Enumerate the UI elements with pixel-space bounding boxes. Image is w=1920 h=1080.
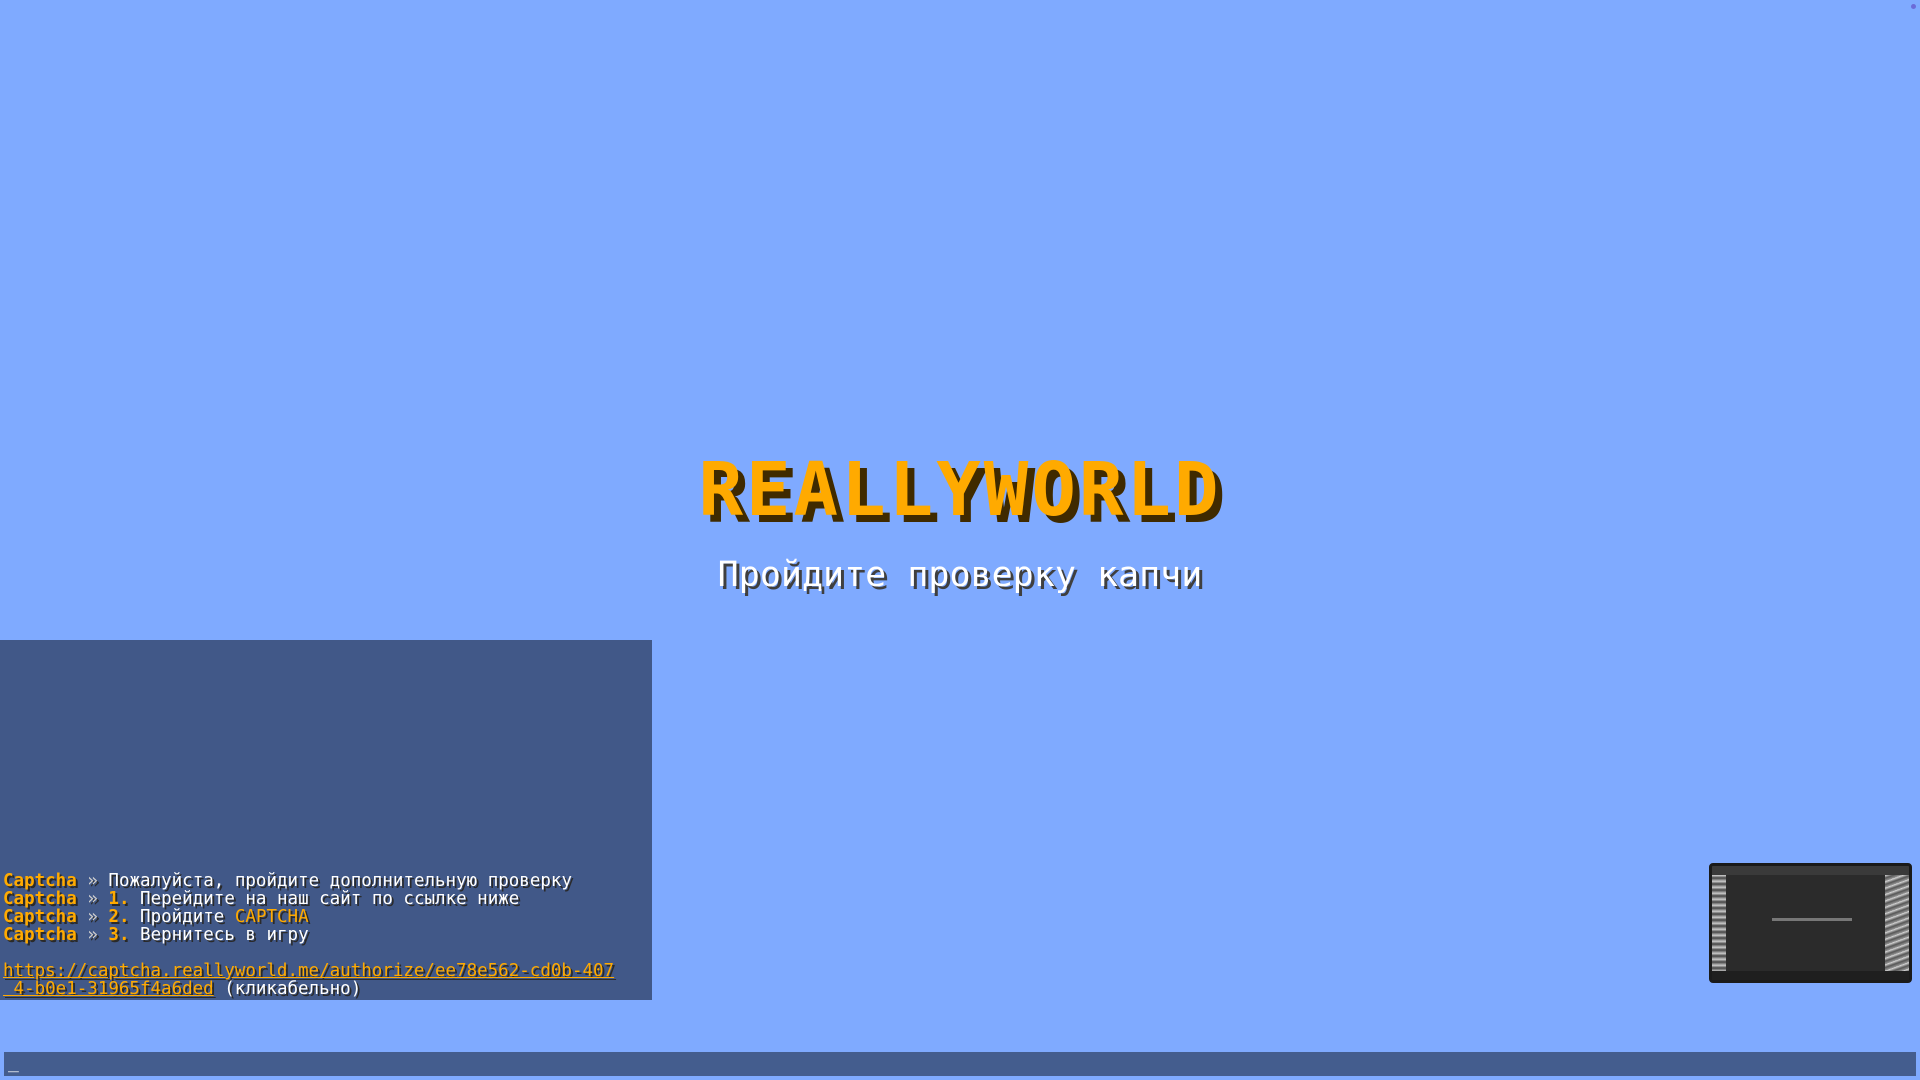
clickable-note: (кликабельно) [224, 979, 362, 999]
chat-prefix: Captcha [3, 871, 77, 891]
chat-arrow: » [87, 925, 98, 945]
chat-line-1: Captcha » Пожалуйста, пройдите дополните… [3, 872, 651, 890]
thumbnail-center-text [1772, 918, 1852, 921]
screen-recording-thumbnail[interactable] [1709, 863, 1912, 983]
chat-prefix: Captcha [3, 907, 77, 927]
chat-step-number: 3. [108, 925, 130, 945]
chat-arrow: » [87, 871, 98, 891]
captcha-link-continued[interactable]: 4-b0e1-31965f4a6ded [3, 979, 214, 999]
chat-arrow: » [87, 889, 98, 909]
thumbnail-dock [1712, 971, 1909, 980]
chat-arrow: » [87, 907, 98, 927]
chat-input-cursor: _ [8, 1052, 19, 1073]
thumbnail-left-image [1712, 875, 1726, 971]
chat-text: Перейдите на наш сайт по ссылке ниже [140, 889, 520, 909]
chat-line-3: Captcha » 2. Пройдите CAPTCHA [3, 908, 651, 926]
chat-line-2: Captcha » 1. Перейдите на наш сайт по сс… [3, 890, 651, 908]
thumbnail-right-image [1885, 875, 1909, 971]
captcha-subtitle: Пройдите проверку капчи [717, 555, 1203, 595]
chat-prefix: Captcha [3, 889, 77, 909]
chat-text: Пройдите [140, 907, 225, 927]
chat-prefix: Captcha [3, 925, 77, 945]
chat-input[interactable]: _ [4, 1052, 1916, 1076]
server-title: REALLYWORLD [698, 447, 1222, 533]
chat-messages: Captcha » Пожалуйста, пройдите дополните… [3, 872, 651, 998]
chat-link-line-1[interactable]: https://captcha.reallyworld.me/authorize… [3, 962, 651, 980]
chat-panel: Captcha » Пожалуйста, пройдите дополните… [0, 640, 652, 1000]
corner-indicator-dot [1911, 4, 1916, 9]
chat-text: Вернитесь в игру [140, 925, 309, 945]
chat-highlight: CAPTCHA [234, 907, 309, 927]
chat-step-number: 1. [108, 889, 130, 909]
thumbnail-menubar [1712, 866, 1909, 875]
chat-spacer [3, 944, 651, 962]
chat-line-4: Captcha » 3. Вернитесь в игру [3, 926, 651, 944]
chat-link-line-2[interactable]: 4-b0e1-31965f4a6ded (кликабельно) [3, 980, 651, 998]
chat-text: Пожалуйста, пройдите дополнительную пров… [108, 871, 572, 891]
chat-step-number: 2. [108, 907, 130, 927]
captcha-link[interactable]: https://captcha.reallyworld.me/authorize… [3, 961, 614, 981]
